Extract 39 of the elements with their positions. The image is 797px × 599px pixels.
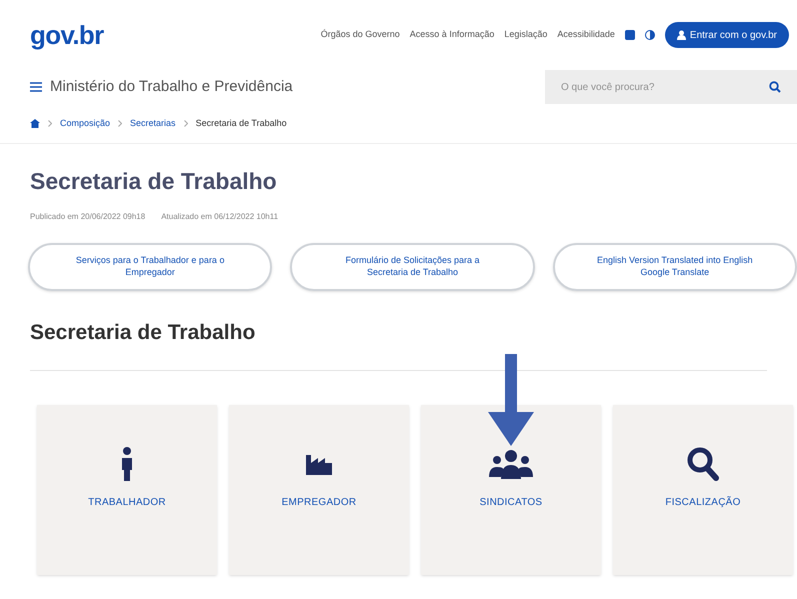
updated-date: Atualizado em 06/12/2022 10h11	[161, 210, 278, 222]
person-icon	[121, 447, 133, 481]
search-field[interactable]: O que você procura?	[561, 80, 769, 94]
chevron-icon	[184, 120, 188, 127]
header-link[interactable]: Acesso à Informação	[410, 28, 494, 42]
published-date: Publicado em 20/06/2022 09h18	[30, 210, 146, 222]
category-card[interactable]: TRABALHADOR	[37, 405, 217, 575]
header-link[interactable]: Acessibilidade	[557, 28, 615, 42]
header-link[interactable]: Órgãos do Governo	[320, 28, 400, 42]
breadcrumb-link[interactable]: Composição	[60, 116, 110, 130]
header-link[interactable]: Legislação	[504, 28, 548, 42]
breadcrumb-link[interactable]: Secretaria de Trabalho	[196, 116, 287, 130]
logo[interactable]: gov.br	[30, 16, 104, 54]
page-title: Secretaria de Trabalho	[30, 167, 278, 196]
section-title: Secretaria de Trabalho	[30, 320, 256, 346]
search-icon[interactable]	[769, 81, 781, 93]
card-label: FISCALIZAÇÃO	[665, 495, 741, 510]
breadcrumb-link[interactable]: Secretarias	[130, 116, 176, 130]
pill-button[interactable]: English Version Translated into English Google Translate	[552, 242, 797, 290]
category-card[interactable]: EMPREGADOR	[229, 405, 409, 575]
search-icon	[687, 447, 719, 481]
factory-icon	[306, 453, 332, 475]
user-icon	[676, 30, 686, 40]
card-label: SINDICATOS	[480, 496, 542, 510]
chevron-icon	[48, 120, 52, 127]
card-label: TRABALHADOR	[88, 496, 166, 510]
card-label: EMPREGADOR	[282, 496, 356, 510]
login-button[interactable]: Entrar com o gov.br	[664, 22, 789, 48]
chevron-icon	[118, 120, 122, 127]
group-icon	[489, 449, 533, 479]
pill-button[interactable]: Formulário de Solicitações para a Secretaria de Trabalho	[290, 242, 535, 290]
menu-icon[interactable]	[30, 82, 42, 92]
search-bar[interactable]: O que você procura?	[545, 70, 797, 104]
pill-button[interactable]: Serviços para o Trabalhador e para o Empregador	[28, 242, 272, 290]
category-card[interactable]: FISCALIZAÇÃO	[613, 405, 793, 575]
category-card[interactable]: SINDICATOS	[421, 405, 601, 575]
contrast-icon[interactable]	[644, 30, 655, 40]
home-icon[interactable]	[30, 119, 40, 128]
ministry-title: Ministério do Trabalho e Previdência	[50, 76, 293, 97]
